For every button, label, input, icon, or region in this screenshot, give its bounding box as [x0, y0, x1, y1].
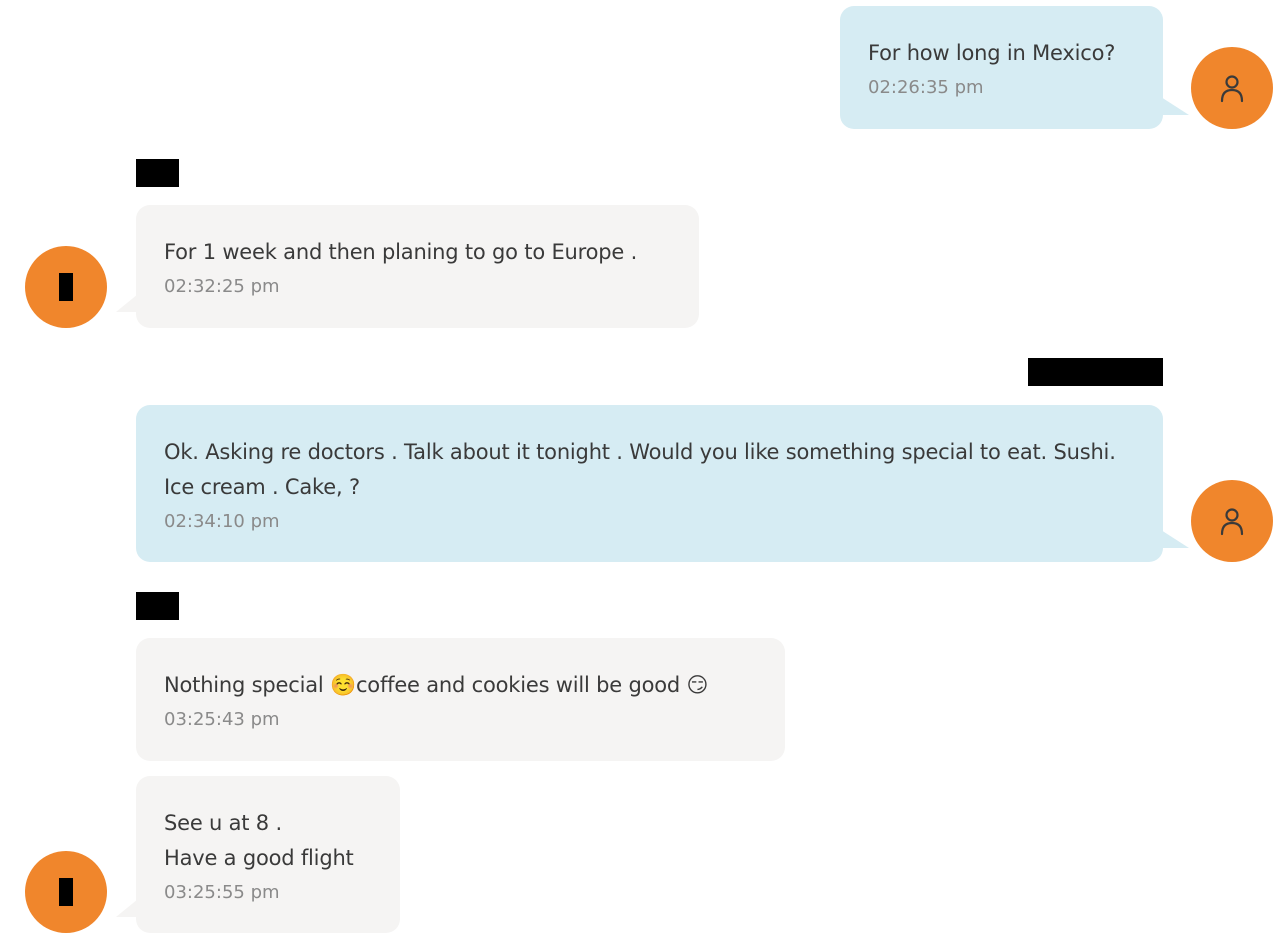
- user-avatar[interactable]: [1191, 47, 1273, 129]
- bubble-tail: [116, 294, 138, 312]
- message-bubble-outgoing[interactable]: For how long in Mexico? 02:26:35 pm: [840, 6, 1189, 129]
- message-timestamp: 02:26:35 pm: [868, 77, 984, 98]
- message-timestamp: 02:32:25 pm: [164, 276, 280, 297]
- message-bubble-incoming[interactable]: See u at 8 . Have a good flight 03:25:55…: [116, 776, 400, 933]
- message-text: Ok. Asking re doctors . Talk about it to…: [164, 440, 1116, 499]
- message-timestamp: 03:25:55 pm: [164, 882, 280, 903]
- redacted-initial-icon: [59, 878, 73, 906]
- message-text: For 1 week and then planing to go to Eur…: [164, 240, 638, 264]
- redacted-sender-name: [136, 592, 179, 620]
- user-avatar[interactable]: [1191, 480, 1273, 562]
- contact-avatar[interactable]: [25, 246, 107, 328]
- user-icon: [1220, 75, 1244, 103]
- redacted-initial-icon: [59, 273, 73, 301]
- message-bubble-incoming[interactable]: For 1 week and then planing to go to Eur…: [116, 205, 699, 328]
- message-text: Nothing special ☺️coffee and cookies wil…: [164, 673, 709, 697]
- redacted-sender-name: [136, 159, 179, 187]
- message-text: For how long in Mexico?: [868, 41, 1116, 65]
- user-icon: [1220, 508, 1244, 536]
- message-text: See u at 8 . Have a good flight: [164, 811, 354, 870]
- bubble-tail: [116, 899, 138, 917]
- bubble-tail: [1161, 97, 1189, 115]
- bubble-tail: [1161, 530, 1189, 548]
- redacted-sender-name: [1028, 358, 1163, 386]
- message-bubble-incoming[interactable]: Nothing special ☺️coffee and cookies wil…: [136, 638, 785, 761]
- message-timestamp: 03:25:43 pm: [164, 709, 280, 730]
- message-timestamp: 02:34:10 pm: [164, 511, 280, 532]
- message-bubble-outgoing[interactable]: Ok. Asking re doctors . Talk about it to…: [136, 405, 1189, 562]
- contact-avatar[interactable]: [25, 851, 107, 933]
